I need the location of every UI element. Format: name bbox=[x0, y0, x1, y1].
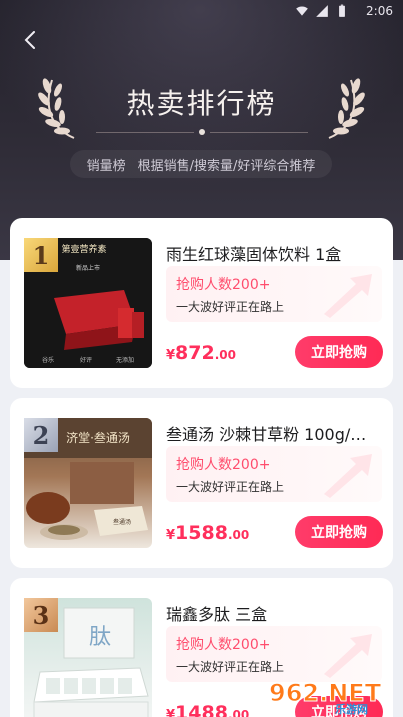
ranking-tag: 销量榜 bbox=[86, 158, 126, 174]
promo-box: 抢购人数200+ 一大波好评正在路上 bbox=[166, 626, 382, 682]
trend-arrow-icon bbox=[324, 274, 372, 318]
trend-arrow-icon bbox=[324, 634, 372, 678]
wifi-icon bbox=[296, 6, 308, 16]
buy-now-button[interactable]: 立即抢购 bbox=[295, 336, 383, 368]
price-integer: 1488 bbox=[175, 702, 228, 717]
product-card[interactable]: 1 第壹营养素 新品上市 谷乐 好评 无添加 雨生红球藻固体饮料 1盒 抢购人数… bbox=[10, 218, 393, 388]
price-decimal: .00 bbox=[227, 528, 250, 542]
thumb-text: 第壹营养素 bbox=[61, 243, 106, 255]
price-currency: ¥ bbox=[166, 348, 176, 363]
status-time: 2:06 bbox=[366, 4, 393, 18]
price-decimal: .00 bbox=[227, 708, 250, 717]
buyers-count: 抢购人数200+ bbox=[176, 637, 271, 653]
title-divider-left bbox=[96, 132, 194, 133]
thumb-text: 济堂·叁通汤 bbox=[66, 430, 130, 445]
promo-box: 抢购人数200+ 一大波好评正在路上 bbox=[166, 446, 382, 502]
product-name[interactable]: 雨生红球藻固体饮料 1盒 bbox=[166, 241, 381, 265]
page-title: 热卖排行榜 bbox=[126, 87, 277, 120]
price-integer: 1588 bbox=[175, 522, 228, 544]
subtitle-bar: 销量榜 根据销售/搜索量/好评综合推荐 bbox=[70, 150, 332, 178]
title-divider-dot bbox=[199, 129, 205, 135]
product-price: ¥1488.00 bbox=[166, 702, 249, 717]
buyers-count: 抢购人数200+ bbox=[176, 277, 271, 293]
status-icons bbox=[295, 4, 349, 18]
thumb-text: 好评 bbox=[80, 356, 92, 364]
reviews-note: 一大波好评正在路上 bbox=[176, 480, 285, 494]
battery-icon bbox=[339, 4, 345, 17]
ranking-subtitle: 根据销售/搜索量/好评综合推荐 bbox=[137, 158, 316, 174]
price-integer: 872 bbox=[175, 342, 215, 364]
chevron-left-icon bbox=[24, 31, 35, 49]
thumb-text: 叁通汤 bbox=[113, 518, 131, 526]
price-currency: ¥ bbox=[166, 528, 176, 543]
watermark-sub: 乐游网 bbox=[335, 702, 368, 715]
product-price: ¥872.00 bbox=[166, 342, 236, 364]
product-name[interactable]: 叁通汤 沙棘甘草粉 100g/… bbox=[166, 421, 381, 445]
thumb-text: 无添加 bbox=[116, 356, 134, 364]
back-button[interactable] bbox=[16, 26, 44, 54]
reviews-note: 一大波好评正在路上 bbox=[176, 660, 285, 674]
thumb-text: 谷乐 bbox=[42, 356, 54, 364]
promo-box: 抢购人数200+ 一大波好评正在路上 bbox=[166, 266, 382, 322]
product-name[interactable]: 瑞鑫多肽 三盒 bbox=[166, 601, 381, 625]
thumb-text: 肽 bbox=[89, 625, 111, 650]
rank-badge: 2 bbox=[24, 418, 58, 452]
buyers-count: 抢购人数200+ bbox=[176, 457, 271, 473]
product-price: ¥1588.00 bbox=[166, 522, 249, 544]
signal-icon bbox=[316, 5, 328, 17]
product-card[interactable]: 2 济堂·叁通汤 叁通汤 叁通汤 沙棘甘草粉 100g/… 抢购人数200+ 一… bbox=[10, 398, 393, 568]
reviews-note: 一大波好评正在路上 bbox=[176, 300, 285, 314]
site-watermark: 962.NET 乐游网 bbox=[269, 679, 383, 716]
price-currency: ¥ bbox=[166, 708, 176, 717]
price-decimal: .00 bbox=[214, 348, 236, 362]
thumb-text: 新品上市 bbox=[76, 264, 100, 272]
trend-arrow-icon bbox=[324, 454, 372, 498]
rank-badge: 1 bbox=[24, 238, 58, 272]
status-bar: 2:06 bbox=[0, 0, 403, 24]
title-divider-right bbox=[210, 132, 308, 133]
rank-badge: 3 bbox=[24, 598, 58, 632]
buy-now-button[interactable]: 立即抢购 bbox=[295, 516, 383, 548]
